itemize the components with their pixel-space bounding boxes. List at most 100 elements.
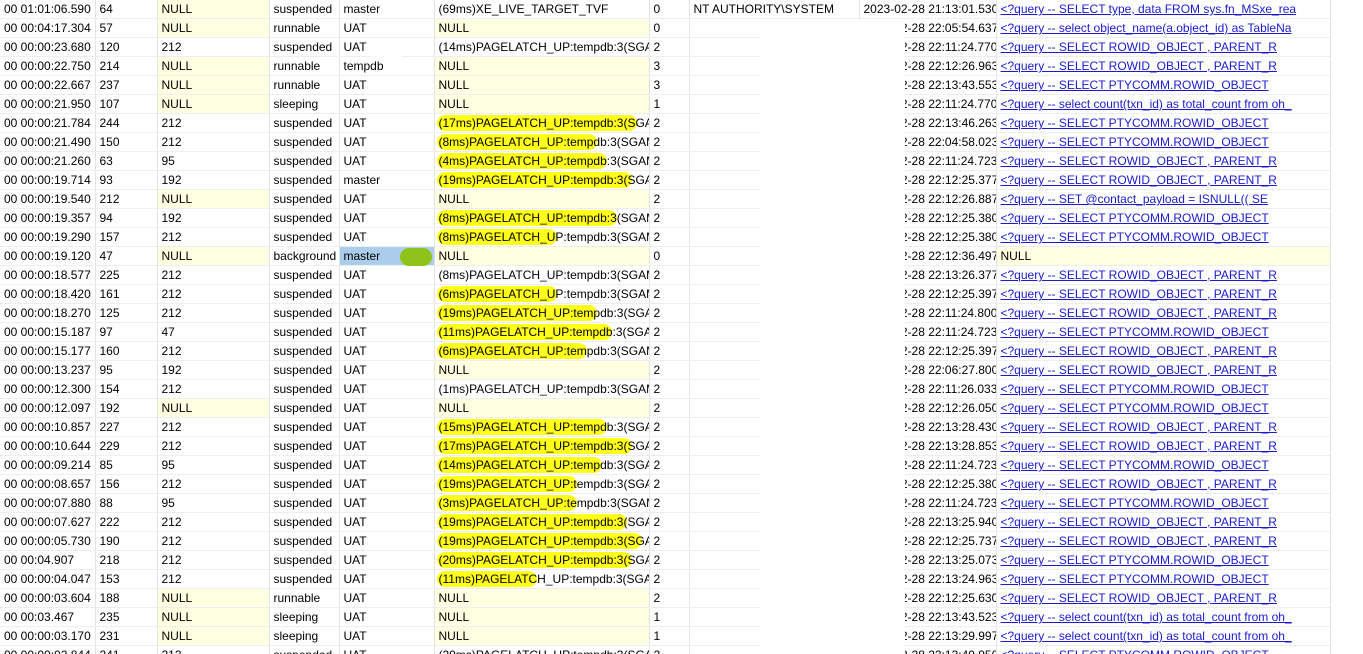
cell-sql-text[interactable]: <?query -- SELECT PTYCOMM.ROWID_OBJECT <box>996 379 1330 399</box>
cell-session-id[interactable]: 237 <box>95 75 158 95</box>
cell-database[interactable]: UAT <box>339 94 435 114</box>
cell-database[interactable]: master <box>339 0 435 19</box>
table-row[interactable]: 00 00:00:19.714 93 192 suspended master (19ms… <box>0 170 1330 190</box>
cell-sql-text[interactable]: NULL <box>996 246 1330 266</box>
cell-status[interactable]: runnable <box>269 56 340 76</box>
table-row[interactable]: 00 00:00:10.857 227 212 suspended UAT (15ms)P… <box>0 417 1330 437</box>
cell-blocking-session-id[interactable]: NULL <box>157 56 270 76</box>
cell-sql-text[interactable]: <?query -- select count(txn_id) as total… <box>996 607 1330 627</box>
table-row[interactable]: 00 00:00:08.657 156 212 suspended UAT (19ms)P… <box>0 474 1330 494</box>
cell-blocking-session-id[interactable]: 212 <box>157 531 270 551</box>
cell-sql-text[interactable]: <?query -- SELECT ROWID_OBJECT , PARENT_… <box>996 360 1330 380</box>
cell-status[interactable]: sleeping <box>269 626 340 646</box>
cell-blocking-session-id[interactable]: 212 <box>157 512 270 532</box>
cell-wait-info[interactable]: NULL <box>434 607 650 627</box>
table-row[interactable]: 00 00:00:19.540 212 NULL suspended UAT NULL 2 2… <box>0 189 1330 209</box>
cell-wait-info[interactable]: (8ms)PAGELATCH_UP:tempdb:3(SGAM) <box>434 132 650 152</box>
cell-elapsed[interactable]: 00 01:01:06.590 <box>0 0 96 19</box>
table-row[interactable]: 00 00:00:22.667 237 NULL runnable UAT NULL 3 20… <box>0 75 1330 95</box>
cell-session-id[interactable]: 156 <box>95 474 158 494</box>
cell-database[interactable]: UAT <box>339 398 435 418</box>
cell-database[interactable]: UAT <box>339 132 435 152</box>
cell-session-id[interactable]: 212 <box>95 189 158 209</box>
cell-open-tran-count[interactable]: 2 <box>649 265 690 285</box>
cell-blocking-session-id[interactable]: 212 <box>157 417 270 437</box>
cell-wait-info[interactable]: (6ms)PAGELATCH_UP:tempdb:3(SGAM) <box>434 341 650 361</box>
table-row[interactable]: 00 01:01:06.590 64 NULL suspended master (69m… <box>0 0 1330 19</box>
cell-elapsed[interactable]: 00 00:00:08.657 <box>0 474 96 494</box>
cell-elapsed[interactable]: 00 00:04.907 <box>0 550 96 570</box>
table-row[interactable]: 00 00:00:10.644 229 212 suspended UAT (17ms)P… <box>0 436 1330 456</box>
cell-elapsed[interactable]: 00 00:00:12.300 <box>0 379 96 399</box>
cell-database[interactable]: UAT <box>339 18 435 38</box>
cell-sql-text[interactable]: <?query -- SELECT PTYCOMM.ROWID_OBJECT <box>996 322 1330 342</box>
cell-blocking-session-id[interactable]: NULL <box>157 75 270 95</box>
cell-elapsed[interactable]: 00 00:00:03.170 <box>0 626 96 646</box>
cell-blocking-session-id[interactable]: 212 <box>157 284 270 304</box>
cell-wait-info[interactable]: (8ms)PAGELATCH_UP:tempdb:3(SGAM) <box>434 265 650 285</box>
cell-status[interactable]: suspended <box>269 569 340 589</box>
cell-session-id[interactable]: 161 <box>95 284 158 304</box>
cell-sql-text[interactable]: <?query -- select count(txn_id) as total… <box>996 626 1330 646</box>
cell-open-tran-count[interactable]: 2 <box>649 341 690 361</box>
cell-status[interactable]: suspended <box>269 170 340 190</box>
cell-database[interactable]: UAT <box>339 341 435 361</box>
table-row[interactable]: 00 00:03.467 235 NULL sleeping UAT NULL 1 2023-… <box>0 607 1330 627</box>
cell-open-tran-count[interactable]: 2 <box>649 170 690 190</box>
cell-wait-info[interactable]: NULL <box>434 189 650 209</box>
cell-open-tran-count[interactable]: 2 <box>649 550 690 570</box>
cell-session-id[interactable]: 231 <box>95 626 158 646</box>
cell-elapsed[interactable]: 00 00:00:07.880 <box>0 493 96 513</box>
cell-elapsed[interactable]: 00 00:00:15.177 <box>0 341 96 361</box>
cell-session-id[interactable]: 222 <box>95 512 158 532</box>
cell-wait-info[interactable]: (17ms)PAGELATCH_UP:tempdb:3(SGAM) <box>434 113 650 133</box>
cell-session-id[interactable]: 192 <box>95 398 158 418</box>
cell-status[interactable]: suspended <box>269 322 340 342</box>
cell-sql-text[interactable]: <?query -- SELECT ROWID_OBJECT , PARENT_… <box>996 170 1330 190</box>
cell-sql-text[interactable]: <?query -- SELECT ROWID_OBJECT , PARENT_… <box>996 512 1330 532</box>
cell-open-tran-count[interactable]: 2 <box>649 151 690 171</box>
table-row[interactable]: 00 00:00:09.214 85 95 suspended UAT (14ms)PAG… <box>0 455 1330 475</box>
table-row[interactable]: 00 00:00:02.844241212suspendedUAT(20ms)P… <box>0 645 1330 654</box>
cell-sql-text[interactable]: <?query -- SELECT PTYCOMM.ROWID_OBJECT <box>996 569 1330 589</box>
cell-sql-text[interactable]: <?query -- SELECT PTYCOMM.ROWID_OBJECT <box>996 455 1330 475</box>
cell-status[interactable]: suspended <box>269 531 340 551</box>
cell-elapsed[interactable]: 00 00:00:19.357 <box>0 208 96 228</box>
cell-database[interactable]: UAT <box>339 607 435 627</box>
cell-open-tran-count[interactable]: 2 <box>649 474 690 494</box>
cell-open-tran-count[interactable]: 2 <box>649 37 690 57</box>
cell-blocking-session-id[interactable]: 212 <box>157 132 270 152</box>
cell-elapsed[interactable]: 00 00:00:18.270 <box>0 303 96 323</box>
cell-blocking-session-id[interactable]: 212 <box>157 550 270 570</box>
cell-wait-info[interactable]: (15ms)PAGELATCH_UP:tempdb:3(SGAM) <box>434 417 650 437</box>
cell-blocking-session-id[interactable]: NULL <box>157 94 270 114</box>
cell-session-id[interactable]: 235 <box>95 607 158 627</box>
cell-wait-info[interactable]: (11ms)PAGELATCH_UP:tempdb:3(SGAM) <box>434 569 650 589</box>
cell-blocking-session-id[interactable]: 192 <box>157 170 270 190</box>
cell-blocking-session-id[interactable]: 212 <box>157 569 270 589</box>
cell-status[interactable]: suspended <box>269 474 340 494</box>
cell-database[interactable]: tempdb <box>339 56 435 76</box>
cell-session-id[interactable]: 88 <box>95 493 158 513</box>
cell-elapsed[interactable]: 00 00:00:22.667 <box>0 75 96 95</box>
cell-wait-info[interactable]: (19ms)PAGELATCH_UP:tempdb:3(SGAM) <box>434 512 650 532</box>
table-row[interactable]: 00 00:00:03.604 188 NULL runnable UAT NULL 2 20… <box>0 588 1330 608</box>
cell-sql-text[interactable]: <?query -- SELECT ROWID_OBJECT , PARENT_… <box>996 474 1330 494</box>
cell-open-tran-count[interactable]: 2 <box>649 284 690 304</box>
cell-sql-text[interactable]: <?query -- SELECT ROWID_OBJECT , PARENT_… <box>996 56 1330 76</box>
cell-wait-info[interactable]: (14ms)PAGELATCH_UP:tempdb:3(SGAM) <box>434 455 650 475</box>
cell-session-id[interactable]: 120 <box>95 37 158 57</box>
table-row[interactable]: 00 00:00:18.270 125 212 suspended UAT (19ms)P… <box>0 303 1330 323</box>
cell-session-id[interactable]: 227 <box>95 417 158 437</box>
cell-wait-info[interactable]: (19ms)PAGELATCH_UP:tempdb:3(SGAM) <box>434 170 650 190</box>
cell-elapsed[interactable]: 00 00:00:10.644 <box>0 436 96 456</box>
cell-open-tran-count[interactable]: 2 <box>649 436 690 456</box>
cell-database[interactable]: UAT <box>339 189 435 209</box>
cell-database[interactable]: UAT <box>339 626 435 646</box>
cell-database[interactable]: UAT <box>339 588 435 608</box>
cell-database[interactable]: UAT <box>339 455 435 475</box>
cell-status[interactable]: suspended <box>269 512 340 532</box>
cell-wait-info[interactable]: NULL <box>434 75 650 95</box>
cell-elapsed[interactable]: 00 00:00:10.857 <box>0 417 96 437</box>
cell-blocking-session-id[interactable]: NULL <box>157 588 270 608</box>
